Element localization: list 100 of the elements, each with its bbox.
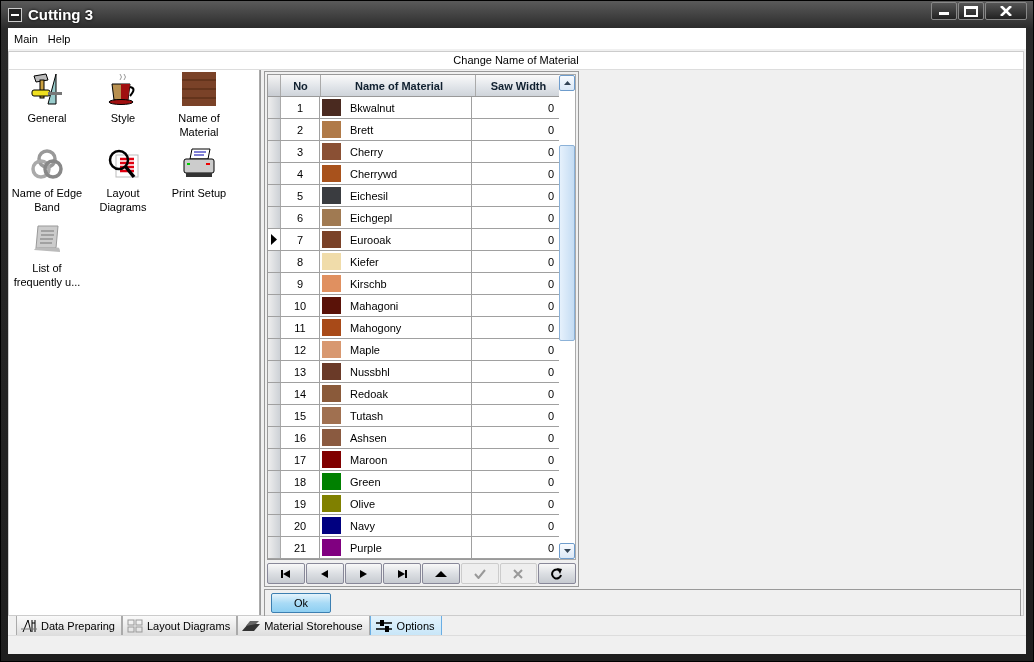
table-cell: 19 [281,493,320,514]
navigator-button[interactable] [383,563,421,584]
table-cell: 9 [281,273,320,294]
check-icon [473,568,486,579]
table-cell-text: 0 [546,474,555,490]
column-header[interactable]: Saw Width [476,75,560,96]
table-cell: Ashsen [350,431,387,444]
option-item[interactable]: General [9,72,85,147]
table-cell: 14 [281,383,320,404]
scroll-up-button[interactable] [559,75,575,91]
table-cell-text: 0 [546,540,555,556]
tab[interactable]: Options [369,616,442,636]
first-record-icon [280,569,291,578]
row-indicator [268,75,281,96]
grid-layout-icon [127,618,143,633]
sliders-icon [374,618,393,633]
navigator-button[interactable] [267,563,305,584]
tab[interactable]: Layout Diagrams [122,616,238,636]
table-cell: 2 [281,119,320,140]
table-cell: 13 [281,361,320,382]
table-cell-text: 0 [546,144,555,160]
option-item[interactable]: Layout Diagrams [85,147,161,222]
minimize-button[interactable] [931,2,957,20]
table-cell: Brett [350,123,374,136]
option-item[interactable]: Name of Edge Band [9,147,85,222]
close-button[interactable] [985,2,1027,20]
ok-button[interactable]: Ok [271,593,331,613]
navigator-button[interactable] [422,563,460,584]
table-cell: Kiefer [350,255,379,268]
table-cell-text: 0 [546,342,555,358]
option-item[interactable]: Name of Material [161,72,237,147]
table-cell: 15 [281,405,320,426]
option-item[interactable]: Style [85,72,161,147]
table-cell: Eichesil [350,189,388,202]
navigator-button[interactable] [538,563,576,584]
tools-icon [30,72,64,106]
boards-icon [242,619,261,632]
navigator-button[interactable] [344,563,383,584]
scroll-thumb[interactable] [559,145,575,341]
table-cell: 1 [281,97,320,118]
caret-down-icon [563,549,571,553]
window-title: Cutting 3 [28,6,93,23]
table-cell-text: 0 [546,518,555,534]
column-header[interactable]: No [281,75,321,96]
compass-ruler-icon [21,618,37,633]
table-cell: 10 [281,295,320,316]
table-cell: 6 [281,207,320,228]
table-cell-text: 0 [546,100,555,116]
table-cell-text: 0 [546,452,555,468]
table-cell: 20 [281,515,320,536]
table-cell: Mahagoni [350,299,399,312]
table-cell: Kirschb [350,277,387,290]
table-cell-text: 0 [546,320,555,336]
row-indicator[interactable] [268,229,281,250]
table-cell-text: 0 [546,276,555,292]
table-cell-text: 0 [546,430,555,446]
table-cell: 21 [281,537,320,558]
magnifier-icon [106,147,140,181]
table-cell: Tutash [350,409,384,422]
rings-icon [30,147,64,181]
table-cell: 16 [281,427,320,448]
table-cell: Navy [350,519,376,532]
last-record-icon [397,569,408,578]
tab[interactable]: Material Storehouse [237,616,370,636]
table-cell: Cherrywd [350,167,398,180]
maximize-button[interactable] [958,2,984,20]
navigator-button[interactable] [305,563,344,584]
menu-item[interactable]: Help [43,31,75,46]
table-cell: Nussbhl [350,365,390,378]
previous-record-icon [321,569,329,578]
window-menu-icon[interactable] [8,7,22,22]
table-cell: 11 [281,317,320,338]
table-cell-text: 0 [546,254,555,270]
scroll-down-button[interactable] [559,543,575,559]
table-cell: 4 [281,163,320,184]
table-cell: Purple [350,541,382,554]
column-header[interactable]: Name of Material [321,75,476,96]
wood-swatch-icon [182,72,216,106]
option-item[interactable]: List of frequently u... [9,222,85,297]
table-cell: 5 [281,185,320,206]
current-row-icon [271,234,277,245]
table-cell: Cherry [350,145,383,158]
table-cell: 12 [281,339,320,360]
table-cell-text: 0 [546,188,555,204]
menu-item[interactable]: Main [10,31,42,46]
table-cell: 7 [281,229,320,250]
caret-up-icon [563,81,571,85]
vertical-scrollbar[interactable] [559,74,576,560]
table-cell: 18 [281,471,320,492]
option-item[interactable]: Print Setup [161,147,237,222]
tab[interactable]: Data Preparing [16,616,122,636]
table-cell: 17 [281,449,320,470]
table-cell-text: 0 [546,496,555,512]
refresh-icon [551,567,564,580]
table-cell-text: 0 [546,210,555,226]
cancel-icon [513,568,524,579]
table-cell: Redoak [350,387,388,400]
insert-icon [434,570,447,577]
table-cell-text: 0 [546,232,555,248]
table-cell-text: 0 [546,364,555,380]
